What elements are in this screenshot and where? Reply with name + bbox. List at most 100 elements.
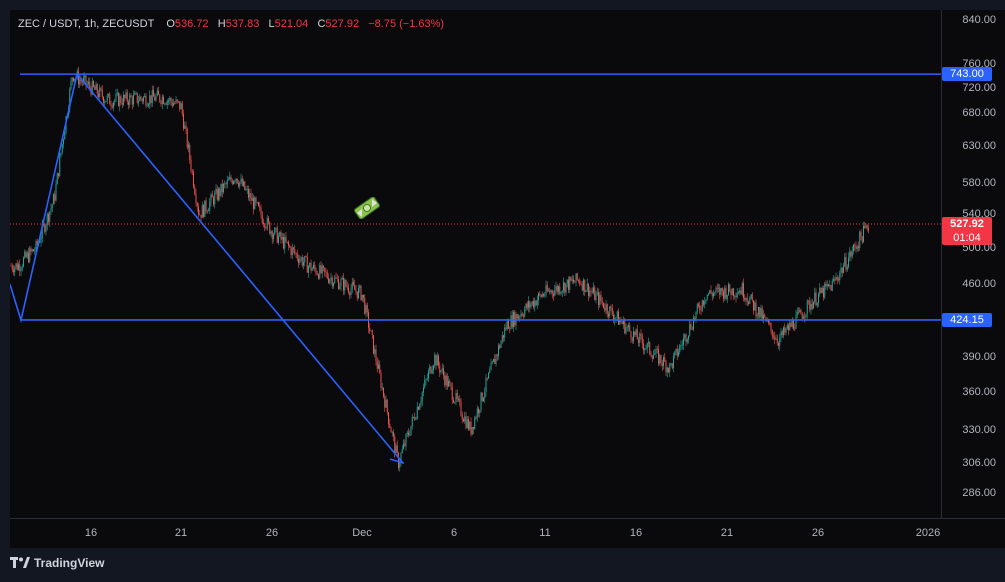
candle-body: [608, 313, 609, 317]
candle-body: [240, 178, 242, 182]
symbol-name[interactable]: ZEC / USDT, 1h, ZECUSDT: [18, 18, 154, 30]
candle-body: [809, 301, 811, 310]
candle-body: [435, 354, 437, 366]
high-label: H: [217, 18, 226, 30]
money-emoji-icon: [354, 197, 380, 219]
candle-body: [743, 283, 744, 298]
candle-body: [295, 253, 297, 254]
current-price-tag[interactable]: 527.92 01:04: [942, 216, 992, 245]
candle-body: [799, 309, 801, 313]
candle-body: [404, 443, 406, 446]
trend-line-drawing[interactable]: [10, 72, 404, 464]
candle-body: [304, 256, 306, 263]
candle-body: [206, 210, 208, 212]
candle-body: [71, 77, 73, 81]
candle-body: [104, 101, 106, 103]
candle-body: [315, 268, 317, 275]
chart-canvas[interactable]: [10, 10, 941, 518]
candle-body: [115, 93, 117, 101]
candle-body: [624, 319, 626, 334]
candle-body: [220, 183, 222, 196]
candle-body: [656, 349, 658, 350]
time-axis-label: 26: [265, 527, 279, 539]
candle-body: [446, 375, 448, 387]
candle-body: [536, 300, 538, 306]
candle-body: [425, 379, 427, 381]
candle-body: [249, 193, 251, 198]
lower-line-price-tag[interactable]: 424.15: [942, 312, 992, 327]
candle-body: [285, 236, 287, 242]
candle-body: [644, 348, 646, 350]
candle-body: [190, 159, 192, 171]
candle-body: [600, 294, 602, 302]
candle-body: [448, 380, 449, 387]
candle-body: [15, 263, 17, 268]
candle-body: [291, 247, 293, 256]
candle-body: [329, 279, 331, 283]
candle-body: [134, 93, 136, 95]
candle-body: [741, 283, 743, 295]
candle-body: [631, 338, 633, 341]
price-scale[interactable]: 840.00 760.00 720.00 680.00 630.00 580.00 540.…: [941, 10, 1005, 518]
candle-body: [833, 279, 834, 281]
candle-body: [509, 328, 511, 330]
candle-body: [524, 309, 526, 317]
candle-body: [120, 96, 122, 104]
candle-body: [780, 331, 782, 338]
candle-body: [279, 232, 281, 237]
candle-body: [601, 301, 603, 303]
chart-pane[interactable]: ZEC / USDT, 1h, ZECUSDT O536.72 H537.83 …: [10, 10, 941, 518]
candle-body: [334, 277, 336, 283]
candle-body: [256, 202, 258, 204]
candle-body: [175, 99, 177, 104]
tradingview-logo[interactable]: TradingView: [10, 556, 104, 570]
candle-body: [850, 251, 852, 257]
time-axis-label: 2026: [915, 527, 941, 539]
candle-body: [434, 354, 436, 366]
candle-body: [788, 325, 789, 331]
candle-body: [518, 316, 519, 319]
candle-body: [659, 354, 661, 364]
candle-body: [298, 258, 299, 263]
candle-body: [673, 355, 674, 368]
candle-body: [615, 317, 617, 319]
candle-body: [61, 144, 63, 153]
candle-body: [341, 277, 343, 280]
candle-body: [654, 353, 656, 355]
candle-body: [275, 227, 277, 229]
candle-body: [440, 370, 442, 373]
candle-body: [801, 314, 803, 319]
candle-body: [250, 193, 252, 201]
candle-body: [179, 101, 181, 110]
candle-body: [405, 434, 407, 446]
open-value: 536.72: [174, 18, 209, 30]
candle-body: [259, 206, 261, 208]
candle-body: [309, 262, 311, 267]
candle-body: [556, 285, 558, 292]
candle-body: [619, 320, 621, 325]
candle-body: [645, 348, 647, 350]
candle-body: [96, 84, 98, 94]
candle-body: [98, 93, 99, 98]
candle-body: [516, 314, 518, 319]
candle-body: [576, 273, 578, 280]
candle-body: [578, 279, 579, 281]
candle-body: [166, 100, 168, 105]
symbol-legend[interactable]: ZEC / USDT, 1h, ZECUSDT O536.72 H537.83 …: [18, 18, 444, 30]
candle-body: [496, 354, 498, 356]
candle-body: [370, 330, 372, 332]
current-price-value: 527.92: [950, 217, 984, 230]
candle-body: [823, 288, 824, 298]
candle-body: [864, 225, 866, 228]
candle-body: [381, 387, 383, 389]
candle-body: [819, 287, 821, 294]
time-scale[interactable]: 16 21 26 Dec 6 11 16 21 26 2026: [10, 518, 1005, 549]
candle-body: [28, 252, 29, 262]
candle-body: [124, 94, 126, 99]
candle-body: [735, 295, 737, 298]
candle-body: [45, 225, 47, 232]
candle-body: [471, 427, 473, 435]
candle-body: [408, 432, 409, 436]
candle-body: [611, 307, 613, 315]
upper-line-price-tag[interactable]: 743.00: [942, 67, 992, 82]
